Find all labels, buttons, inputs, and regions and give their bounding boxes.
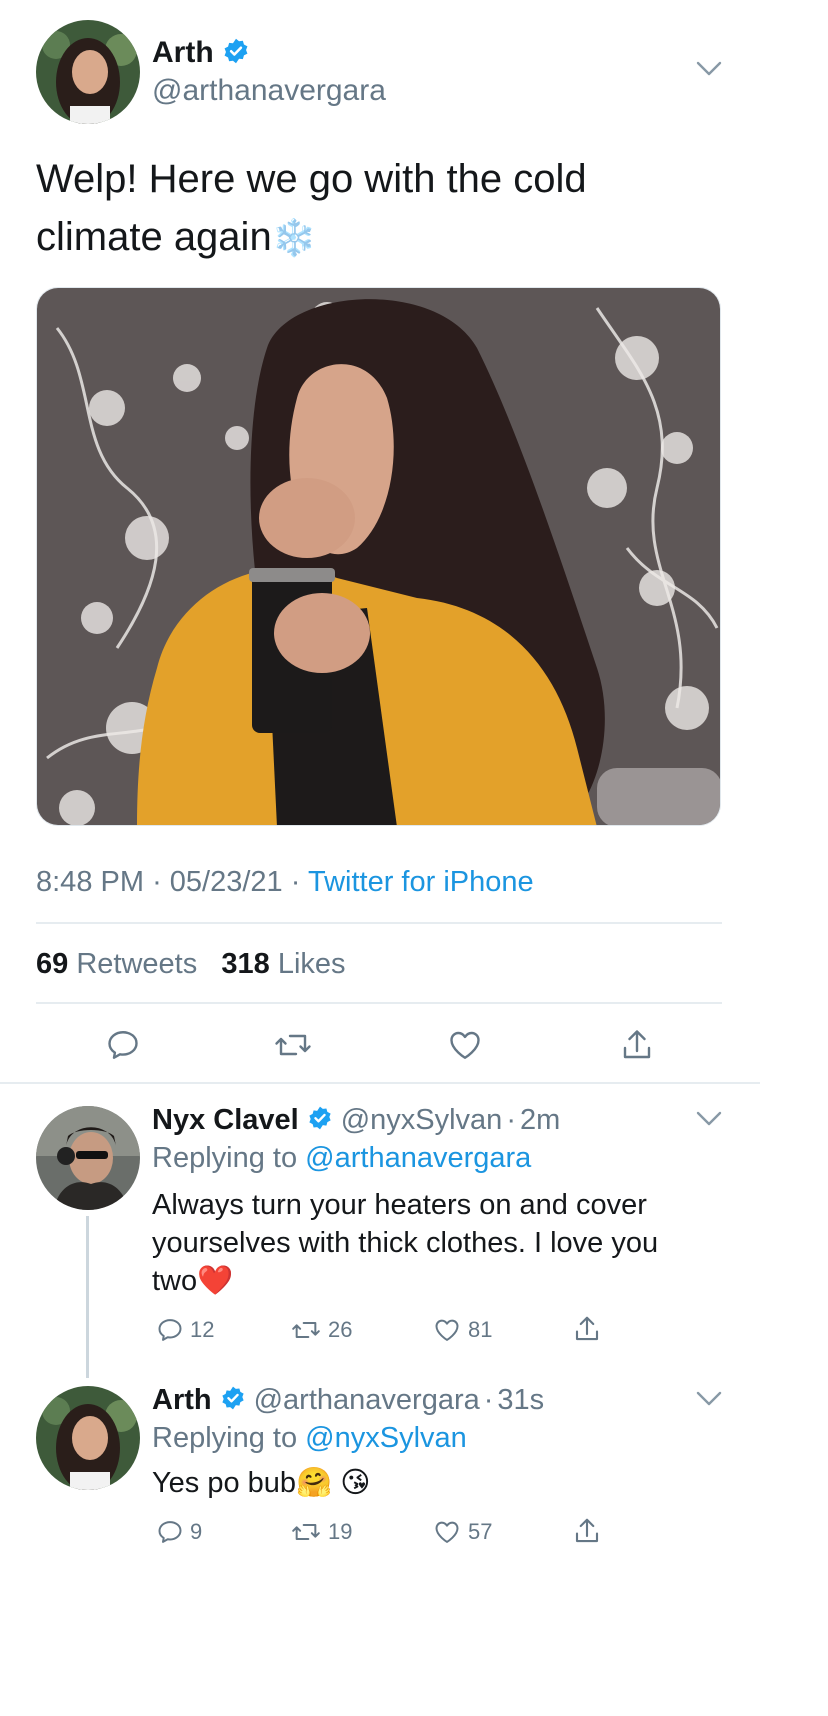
verified-badge-icon xyxy=(220,1385,246,1416)
heart-icon xyxy=(450,1031,480,1059)
reply-text-line: yourselves with thick clothes. I love yo… xyxy=(152,1227,659,1259)
reply-header: Arth @arthanavergara · 31s xyxy=(152,1384,544,1417)
heart-emoji: ❤️ xyxy=(197,1265,234,1297)
like-count: 57 xyxy=(468,1519,493,1544)
like-count-button[interactable]: 57 xyxy=(432,1518,492,1546)
reply-count-button[interactable]: 12 xyxy=(156,1316,214,1344)
reply-display-name[interactable]: Nyx Clavel xyxy=(152,1104,299,1137)
kiss-emoji: 😘 xyxy=(340,1467,371,1499)
snowflake-emoji: ❄️ xyxy=(271,217,317,258)
tweet-meta: 8:48 PM · 05/23/21 · Twitter for iPhone xyxy=(36,866,534,899)
separator: · xyxy=(483,1384,494,1416)
hugging-emoji: 🤗 xyxy=(296,1467,333,1499)
reply-handle[interactable]: @nyxSylvan xyxy=(341,1104,503,1137)
reply-text: Yes po bub🤗 😘 xyxy=(152,1464,752,1502)
tweet-source-link[interactable]: Twitter for iPhone xyxy=(308,866,534,898)
replying-to-handle[interactable]: @arthanavergara xyxy=(305,1142,531,1174)
likes-stat[interactable]: 318 Likes xyxy=(221,948,345,980)
author-display-name[interactable]: Arth xyxy=(152,36,214,70)
reply-text-line: Always turn your heaters on and cover xyxy=(152,1189,647,1221)
retweet-icon xyxy=(292,1524,320,1540)
tweet-text-line: climate again❄️ xyxy=(36,208,736,267)
tweet-photo[interactable] xyxy=(36,287,721,826)
tweet-date: 05/23/21 xyxy=(169,866,283,898)
heart-icon xyxy=(435,1319,459,1341)
verified-badge-icon xyxy=(222,37,250,70)
chevron-down-icon[interactable] xyxy=(696,60,722,83)
heart-icon xyxy=(435,1521,459,1543)
share-icon xyxy=(623,1030,651,1059)
retweets-stat[interactable]: 69 Retweets xyxy=(36,948,205,980)
reply-text-line-3: two xyxy=(152,1265,198,1297)
reply-icon xyxy=(108,1031,138,1059)
reply-text-line: two❤️ xyxy=(152,1262,752,1300)
separator: · xyxy=(506,1104,516,1136)
retweets-label: Retweets xyxy=(76,948,198,980)
divider xyxy=(36,922,722,924)
share-icon xyxy=(575,1518,599,1543)
reply-avatar[interactable] xyxy=(36,1106,140,1210)
tweet-text: Welp! Here we go with the cold climate a… xyxy=(36,150,736,267)
reply-icon xyxy=(158,1521,182,1543)
reply-avatar[interactable] xyxy=(36,1386,140,1490)
likes-count: 318 xyxy=(221,948,270,980)
reply-display-name[interactable]: Arth xyxy=(152,1384,212,1417)
reply-time: 2m xyxy=(520,1104,561,1136)
retweet-button[interactable] xyxy=(270,1022,316,1068)
divider xyxy=(0,1082,760,1084)
separator: · xyxy=(152,866,162,898)
reply-button[interactable] xyxy=(100,1022,146,1068)
likes-label: Likes xyxy=(277,948,346,980)
replying-prefix: Replying to xyxy=(152,1142,298,1174)
share-icon xyxy=(575,1316,599,1341)
reply-text-line: Yes po bub xyxy=(152,1467,297,1499)
reply-count: 12 xyxy=(190,1317,215,1342)
reply-count-button[interactable]: 9 xyxy=(156,1518,202,1546)
chevron-down-icon[interactable] xyxy=(696,1390,722,1413)
separator: · xyxy=(290,866,301,898)
reply-icon xyxy=(158,1319,182,1341)
divider xyxy=(36,1002,722,1004)
chevron-down-icon[interactable] xyxy=(696,1110,722,1133)
verified-badge-icon xyxy=(307,1105,333,1136)
share-button[interactable] xyxy=(614,1022,660,1068)
tweet-time: 8:48 PM xyxy=(36,866,144,898)
author-handle[interactable]: @arthanavergara xyxy=(152,74,386,108)
replying-to-handle[interactable]: @nyxSylvan xyxy=(305,1422,467,1454)
reply-header: Nyx Clavel @nyxSylvan · 2m xyxy=(152,1104,560,1137)
replying-prefix: Replying to xyxy=(152,1422,298,1454)
retweet-icon xyxy=(292,1322,320,1338)
like-count-button[interactable]: 81 xyxy=(432,1316,492,1344)
retweet-count: 26 xyxy=(328,1317,353,1342)
reply-time: 31s xyxy=(497,1384,545,1416)
tweet-text-line: Welp! Here we go with the cold xyxy=(36,157,587,201)
thread-connector xyxy=(86,1216,89,1378)
retweets-count: 69 xyxy=(36,948,69,980)
retweet-icon xyxy=(275,1034,311,1056)
replying-to-line: Replying to @nyxSylvan xyxy=(152,1422,467,1455)
share-button[interactable] xyxy=(572,1314,602,1344)
retweet-count: 19 xyxy=(328,1519,353,1544)
share-button[interactable] xyxy=(572,1516,602,1546)
like-button[interactable] xyxy=(442,1022,488,1068)
reply-count: 9 xyxy=(190,1519,203,1544)
replying-to-line: Replying to @arthanavergara xyxy=(152,1142,531,1175)
retweet-count-button[interactable]: 19 xyxy=(290,1518,352,1546)
reply-handle[interactable]: @arthanavergara xyxy=(254,1384,480,1417)
reply-text: Always turn your heaters on and cover yo… xyxy=(152,1186,752,1300)
retweet-count-button[interactable]: 26 xyxy=(290,1316,352,1344)
like-count: 81 xyxy=(468,1317,493,1342)
tweet-stats: 69 Retweets 318 Likes xyxy=(36,948,346,981)
author-avatar[interactable] xyxy=(36,20,140,124)
author-name-row: Arth xyxy=(152,36,250,70)
tweet-text-line-2: climate again xyxy=(36,215,272,259)
